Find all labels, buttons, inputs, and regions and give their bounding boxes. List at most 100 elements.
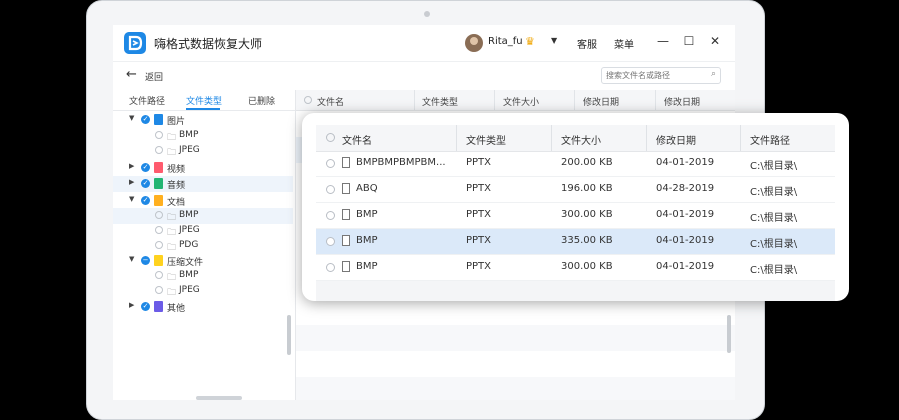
back-arrow-icon[interactable]: ← [126,67,137,82]
tree-subitem-label: JPEG [179,225,200,235]
tree-item-images[interactable]: ▼ ✓ 图片 [113,112,293,128]
radio-icon[interactable] [155,226,163,234]
expand-arrow-icon[interactable]: ▼ [129,255,134,263]
tree-subitem[interactable]: 🗀 JPEG [113,283,293,299]
tree-item-label: 图片 [167,117,186,127]
expand-arrow-icon[interactable]: ▼ [129,195,134,203]
column-header[interactable]: 文件名 [317,95,344,108]
camera-dot [424,11,430,17]
file-date: 04-01-2019 [656,157,715,168]
expand-arrow-icon[interactable]: ▶ [129,301,134,309]
checked-icon[interactable]: ✓ [141,179,150,188]
table-row[interactable]: BMP PPTX 300.00 KB 04-01-2019 C:\根目录\ [316,255,835,281]
checked-icon[interactable]: ✓ [141,163,150,172]
left-scrollbar[interactable] [287,315,291,355]
tree-subitem[interactable]: 🗀 BMP [113,128,293,144]
minimize-icon[interactable]: — [655,33,671,49]
tree-subitem[interactable]: 🗀 PDG [113,238,293,254]
radio-icon[interactable] [155,271,163,279]
table-row[interactable] [296,325,735,351]
chevron-down-icon[interactable]: ▼ [551,36,557,45]
tree-item-video[interactable]: ▶ ✓ 视频 [113,160,293,176]
column-header[interactable]: 文件类型 [466,132,506,147]
column-header[interactable]: 文件类型 [422,95,458,108]
file-icon [342,235,350,246]
file-date: 04-28-2019 [656,183,715,194]
title-bar: 嗨格式数据恢复大师 Rita_fu ♛ ▼ 客服 菜单 — ☐ ✕ [113,25,735,61]
column-header[interactable]: 文件大小 [503,95,539,108]
column-header[interactable]: 修改日期 [656,132,696,147]
tree-item-label: 文档 [167,198,186,208]
column-divider [646,125,647,151]
radio-icon[interactable] [155,211,163,219]
avatar[interactable] [465,34,483,52]
tab-deleted[interactable]: 已删除 [248,94,275,107]
column-header[interactable]: 文件名 [342,132,372,147]
file-type: PPTX [466,261,492,272]
radio-icon[interactable] [155,131,163,139]
checked-icon[interactable]: ✓ [141,115,150,124]
table-row[interactable]: BMP PPTX 300.00 KB 04-01-2019 C:\根目录\ [316,203,835,229]
menu-link[interactable]: 菜单 [614,36,634,51]
expand-arrow-icon[interactable]: ▼ [129,114,134,122]
select-all-radio-icon[interactable] [304,96,312,104]
column-header[interactable]: 文件大小 [561,132,601,147]
radio-icon[interactable] [155,286,163,294]
radio-icon[interactable] [326,185,335,194]
audio-category-icon [154,178,163,189]
radio-icon[interactable] [326,159,335,168]
tree-item-audio[interactable]: ▶ ✓ 音频 [113,176,293,192]
checked-icon[interactable]: ✓ [141,302,150,311]
maximize-icon[interactable]: ☐ [681,33,697,49]
partial-check-icon[interactable]: − [141,256,150,265]
close-icon[interactable]: ✕ [707,33,723,49]
expand-arrow-icon[interactable]: ▶ [129,162,134,170]
tab-file-path[interactable]: 文件路径 [129,94,165,107]
username[interactable]: Rita_fu [488,36,523,47]
tree-item-other[interactable]: ▶ ✓ 其他 [113,299,293,315]
search-input[interactable] [606,69,702,82]
app-title: 嗨格式数据恢复大师 [154,37,263,51]
expand-arrow-icon[interactable]: ▶ [129,178,134,186]
right-scrollbar[interactable] [727,315,731,353]
column-header[interactable]: 文件路径 [750,132,790,147]
radio-icon[interactable] [155,241,163,249]
tree-subitem[interactable]: 🗀 JPEG [113,143,293,159]
table-row[interactable]: BMPBMPBMPBM... PPTX 200.00 KB 04-01-2019… [316,151,835,177]
tree-subitem[interactable]: 🗀 JPEG [113,223,293,239]
search-box[interactable]: ⌕ [601,67,721,84]
file-icon [342,261,350,272]
tree-item-label: 视频 [167,165,186,175]
radio-icon[interactable] [155,146,163,154]
table-row-selected[interactable]: BMP PPTX 335.00 KB 04-01-2019 C:\根目录\ [316,229,835,255]
tree-subitem[interactable]: 🗀 BMP [113,268,293,284]
tree-item-archives[interactable]: ▼ − 压缩文件 [113,253,293,269]
select-all-radio-icon[interactable] [326,133,335,142]
radio-icon[interactable] [326,263,335,272]
table-row[interactable] [296,377,735,400]
tree-subitem[interactable]: 🗀 BMP [113,208,293,224]
table-row[interactable]: ABQ PPTX 196.00 KB 04-28-2019 C:\根目录\ [316,177,835,203]
radio-icon[interactable] [326,211,335,220]
back-button[interactable]: 返回 [145,70,163,83]
file-name: BMP [356,235,378,246]
tab-file-type[interactable]: 文件类型 [186,94,222,107]
column-header[interactable]: 修改日期 [583,95,619,108]
file-type: PPTX [466,183,492,194]
toolbar: ← 返回 ⌕ [113,61,735,90]
file-path: C:\根目录\ [750,239,798,250]
customer-service-link[interactable]: 客服 [577,36,597,51]
column-header[interactable]: 修改日期 [664,95,700,108]
file-icon [342,209,350,220]
tree-subitem-label: PDG [179,240,199,250]
search-icon[interactable]: ⌕ [711,69,716,79]
file-date: 04-01-2019 [656,209,715,220]
file-size: 196.00 KB [561,183,613,194]
radio-icon[interactable] [326,237,335,246]
archive-category-icon [154,255,163,266]
checked-icon[interactable]: ✓ [141,196,150,205]
file-type: PPTX [466,157,492,168]
tree-item-label: 压缩文件 [167,258,204,268]
tree-item-documents[interactable]: ▼ ✓ 文档 [113,193,293,209]
tree-subitem-label: BMP [179,210,199,220]
